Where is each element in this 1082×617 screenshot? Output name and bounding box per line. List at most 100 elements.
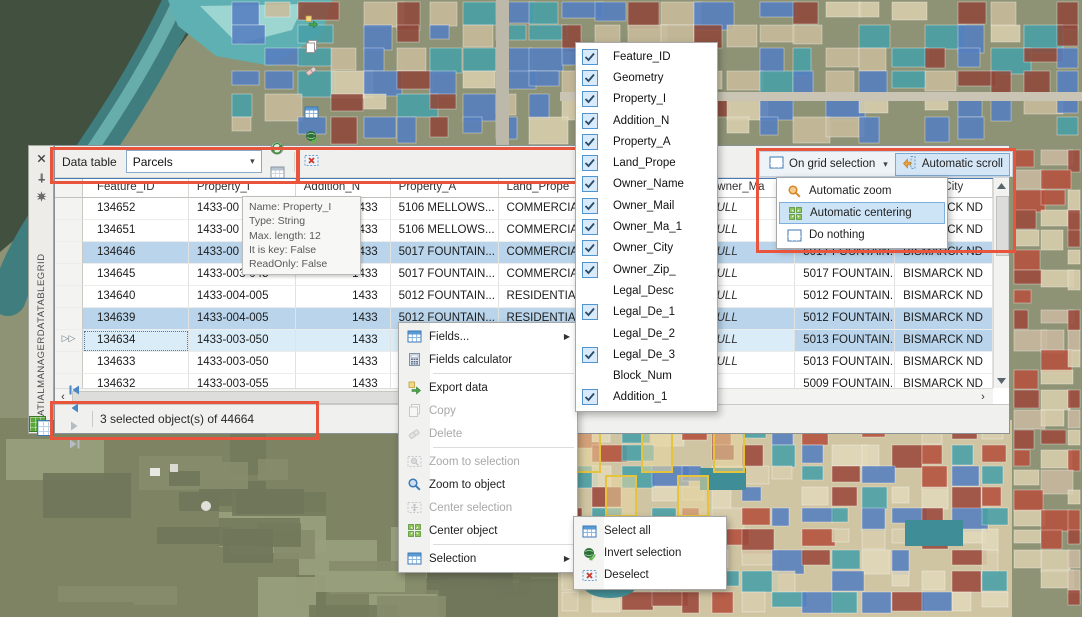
- submenu-item-deselect[interactable]: Deselect: [574, 564, 726, 586]
- grid-selection-option-automatic-zoom[interactable]: Automatic zoom: [779, 180, 945, 202]
- cell-property_a[interactable]: 5017 FOUNTAIN...: [391, 264, 499, 286]
- checkbox-checked-icon[interactable]: [582, 176, 598, 192]
- submenu-item-invert-selection[interactable]: Invert selection: [574, 542, 726, 564]
- cell-feature_id[interactable]: 134651: [83, 220, 189, 242]
- row-indicator[interactable]: [55, 286, 83, 308]
- cell-owner_addr[interactable]: 5009 FOUNTAIN...: [795, 374, 895, 388]
- scroll-down-icon[interactable]: [994, 373, 1009, 388]
- close-icon[interactable]: [33, 151, 49, 166]
- field-list-item[interactable]: Addition_N: [576, 110, 717, 131]
- row-indicator[interactable]: ▷▷: [55, 330, 83, 352]
- row-indicator[interactable]: [55, 220, 83, 242]
- context-menu-item-fields-calculator[interactable]: Fields calculator: [399, 348, 577, 371]
- checkbox-checked-icon[interactable]: [582, 70, 598, 86]
- grid-selection-option-automatic-centering[interactable]: Automatic centering: [779, 202, 945, 224]
- context-menu-item-center-selection[interactable]: Center selection: [399, 496, 577, 519]
- context-menu-item-selection[interactable]: Selection▶: [399, 547, 577, 570]
- cell-owner_addr[interactable]: 5017 FOUNTAIN...: [795, 264, 895, 286]
- context-menu-item-export-data[interactable]: Export data: [399, 376, 577, 399]
- cell-owner_city[interactable]: BISMARCK ND: [895, 330, 993, 352]
- cell-property_a[interactable]: 5106 MELLOWS...: [391, 220, 499, 242]
- cell-property_i[interactable]: 1433-003-050: [189, 352, 296, 374]
- row-indicator[interactable]: [55, 264, 83, 286]
- deselect-button[interactable]: [300, 150, 323, 174]
- field-list-item[interactable]: Owner_Zip_: [576, 259, 717, 280]
- go-first-button[interactable]: [63, 383, 85, 401]
- field-list-item[interactable]: Property_A: [576, 131, 717, 152]
- field-list-item[interactable]: Owner_Name: [576, 174, 717, 195]
- checkbox-checked-icon[interactable]: [582, 49, 598, 65]
- cell-property_i[interactable]: 1433-003-055: [189, 374, 296, 388]
- checkbox-checked-icon[interactable]: [582, 389, 598, 405]
- refresh-globe-button[interactable]: [266, 138, 289, 162]
- field-list-item[interactable]: Feature_ID: [576, 46, 717, 67]
- go-next-button[interactable]: [63, 419, 85, 437]
- context-menu-item-fields[interactable]: Fields...▶: [399, 325, 577, 348]
- field-list-item[interactable]: Owner_Ma_1: [576, 216, 717, 237]
- cell-owner_addr[interactable]: 5012 FOUNTAIN...: [795, 308, 895, 330]
- checkbox-checked-icon[interactable]: [582, 155, 598, 171]
- table-view-button[interactable]: [300, 102, 323, 126]
- field-list-item[interactable]: Owner_Mail: [576, 195, 717, 216]
- field-list-item[interactable]: Legal_De_2: [576, 323, 717, 344]
- cell-addition_n[interactable]: 1433: [296, 308, 391, 330]
- field-list-item[interactable]: Addition_1: [576, 387, 717, 408]
- checkbox-unchecked-icon[interactable]: [582, 326, 598, 342]
- cell-owner_city[interactable]: BISMARCK ND: [895, 286, 993, 308]
- go-previous-button[interactable]: [63, 401, 85, 419]
- cell-owner_addr[interactable]: 5012 FOUNTAIN...: [795, 286, 895, 308]
- context-menu-item-zoom-to-selection[interactable]: Zoom to selection: [399, 450, 577, 473]
- cell-feature_id[interactable]: 134632: [83, 374, 189, 388]
- checkbox-checked-icon[interactable]: [582, 198, 598, 214]
- cell-addition_n[interactable]: 1433: [296, 330, 391, 352]
- field-list-item[interactable]: Legal_De_1: [576, 302, 717, 323]
- grid-selection-option-do-nothing[interactable]: Do nothing: [779, 224, 945, 246]
- checkbox-checked-icon[interactable]: [582, 134, 598, 150]
- scroll-right-icon[interactable]: ›: [975, 389, 991, 404]
- field-list-item[interactable]: Legal_Desc: [576, 280, 717, 301]
- vscroll-thumb[interactable]: [996, 196, 1009, 256]
- cell-feature_id[interactable]: 134633: [83, 352, 189, 374]
- checkbox-checked-icon[interactable]: [582, 91, 598, 107]
- cell-feature_id[interactable]: 134634: [83, 330, 189, 352]
- copy-button[interactable]: [300, 36, 323, 60]
- cell-feature_id[interactable]: 134639: [83, 308, 189, 330]
- scroll-up-icon[interactable]: [994, 178, 1009, 193]
- cell-owner_city[interactable]: BISMARCK ND: [895, 352, 993, 374]
- context-menu-item-copy[interactable]: Copy: [399, 399, 577, 422]
- checkbox-unchecked-icon[interactable]: [582, 283, 598, 299]
- col-header-feature_id[interactable]: Feature_ID: [83, 179, 189, 198]
- checkbox-checked-icon[interactable]: [582, 240, 598, 256]
- cell-owner_addr[interactable]: 5013 FOUNTAIN...: [795, 330, 895, 352]
- go-last-button[interactable]: [63, 437, 85, 455]
- cell-feature_id[interactable]: 134646: [83, 242, 189, 264]
- checkbox-checked-icon[interactable]: [582, 219, 598, 235]
- layer-select[interactable]: Parcels ▾: [126, 150, 262, 173]
- settings-gear-icon[interactable]: [33, 189, 49, 204]
- export-data-button[interactable]: [300, 12, 323, 36]
- cell-owner_city[interactable]: BISMARCK ND: [895, 264, 993, 286]
- field-list-item[interactable]: Legal_De_3: [576, 344, 717, 365]
- cell-addition_n[interactable]: 1433: [296, 374, 391, 388]
- automatic-scroll-button[interactable]: Automatic scroll: [895, 153, 1010, 176]
- delete-eraser-button[interactable]: [300, 60, 323, 84]
- field-list-item[interactable]: Property_I: [576, 89, 717, 110]
- row-indicator[interactable]: [55, 198, 83, 220]
- cell-feature_id[interactable]: 134640: [83, 286, 189, 308]
- cell-owner_city[interactable]: BISMARCK ND: [895, 374, 993, 388]
- cell-property_i[interactable]: 1433-003-050: [189, 330, 296, 352]
- cell-addition_n[interactable]: 1433: [296, 286, 391, 308]
- context-menu-item-zoom-to-object[interactable]: Zoom to object: [399, 473, 577, 496]
- row-indicator[interactable]: [55, 308, 83, 330]
- field-list-item[interactable]: Geometry: [576, 67, 717, 88]
- checkbox-checked-icon[interactable]: [582, 262, 598, 278]
- cell-property_i[interactable]: 1433-004-005: [189, 308, 296, 330]
- row-indicator-header[interactable]: [55, 179, 83, 198]
- vertical-scrollbar[interactable]: [993, 178, 1009, 388]
- cell-property_a[interactable]: 5017 FOUNTAIN...: [391, 242, 499, 264]
- checkbox-checked-icon[interactable]: [582, 347, 598, 363]
- cell-property_a[interactable]: 5012 FOUNTAIN...: [391, 286, 499, 308]
- cell-owner_addr[interactable]: 5013 FOUNTAIN...: [795, 352, 895, 374]
- cell-feature_id[interactable]: 134645: [83, 264, 189, 286]
- cell-feature_id[interactable]: 134652: [83, 198, 189, 220]
